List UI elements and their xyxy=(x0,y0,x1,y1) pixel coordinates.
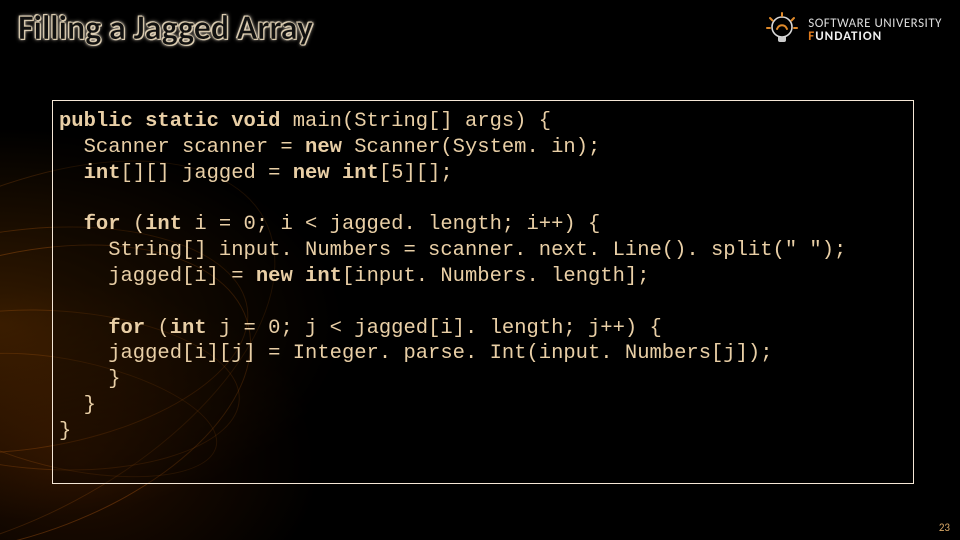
slide-title: Filling a Jagged Array xyxy=(18,8,313,49)
lightbulb-icon xyxy=(764,12,800,48)
code-block: public static void main(String[] args) {… xyxy=(59,109,907,445)
logo-text: SOFTWARE UNIVERSITY FUNDATION xyxy=(808,17,942,43)
page-number: 23 xyxy=(939,521,950,534)
logo: SOFTWARE UNIVERSITY FUNDATION xyxy=(764,12,942,48)
logo-line-2: FUNDATION xyxy=(808,30,942,43)
code-container: public static void main(String[] args) {… xyxy=(52,100,914,484)
